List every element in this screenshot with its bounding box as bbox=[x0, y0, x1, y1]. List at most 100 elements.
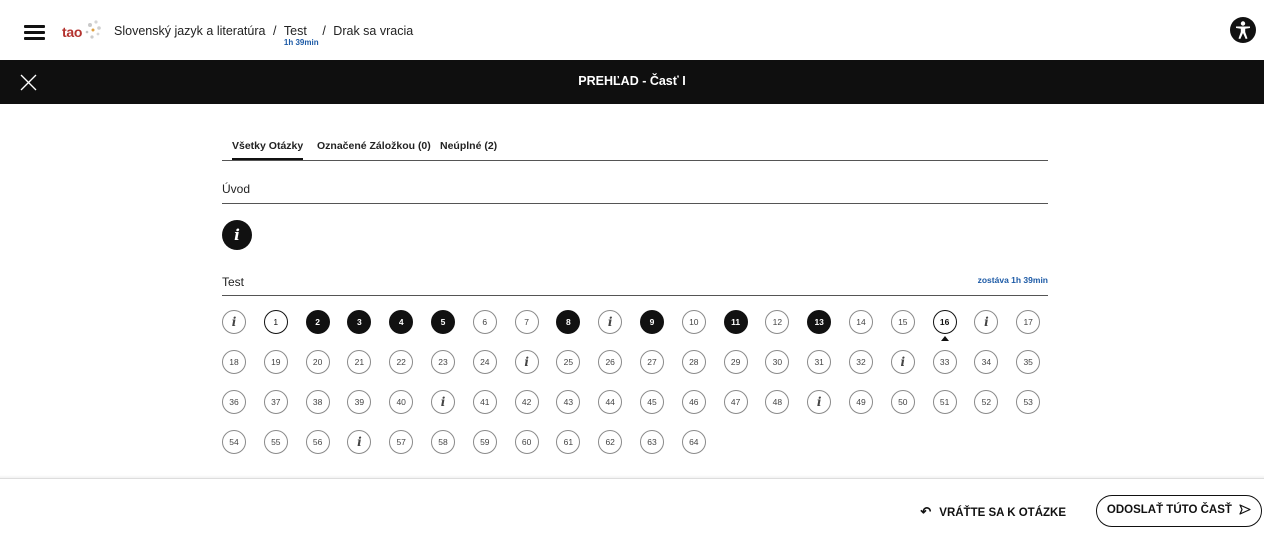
intro-info-button[interactable]: i bbox=[222, 220, 252, 250]
breadcrumb: Slovenský jazyk a literatúra / Test 1h 3… bbox=[114, 24, 414, 47]
logo-swirl-icon bbox=[85, 20, 101, 39]
breadcrumb-separator: / bbox=[272, 24, 277, 38]
logo: tao bbox=[62, 24, 83, 40]
info-question-bubble[interactable]: i bbox=[514, 350, 539, 374]
overview-title: PREHĽAD - Časť I bbox=[578, 74, 686, 88]
section-title-test: Test bbox=[222, 275, 245, 289]
question-bubble[interactable]: 2 bbox=[305, 310, 330, 334]
timer-label: 1h 39min bbox=[283, 38, 319, 47]
question-bubble[interactable]: 6 bbox=[472, 310, 497, 334]
question-bubble[interactable]: 19 bbox=[263, 350, 288, 374]
question-bubble[interactable]: 63 bbox=[640, 430, 664, 454]
question-bubble[interactable]: 14 bbox=[849, 310, 873, 334]
question-bubble[interactable]: 61 bbox=[556, 430, 581, 454]
breadcrumb-test-label: Test bbox=[283, 24, 307, 38]
question-bubble[interactable]: 32 bbox=[849, 350, 873, 374]
info-question-bubble[interactable]: i bbox=[222, 310, 246, 334]
question-bubble[interactable]: 56 bbox=[305, 430, 330, 454]
question-bubble[interactable]: 33 bbox=[932, 350, 957, 374]
question-bubble[interactable]: 44 bbox=[598, 390, 623, 414]
question-bubble[interactable]: 3 bbox=[347, 310, 372, 334]
question-bubble[interactable]: 37 bbox=[263, 390, 288, 414]
question-bubble[interactable]: 62 bbox=[598, 430, 623, 454]
question-bubble[interactable]: 5 bbox=[431, 310, 455, 334]
tab-incomplete[interactable]: Neúplné (2) bbox=[440, 140, 497, 160]
top-header: tao Slovenský jazyk a literatúra / Test … bbox=[0, 0, 1264, 60]
question-bubble[interactable]: 35 bbox=[1016, 350, 1041, 374]
breadcrumb-section: Drak sa vracia bbox=[333, 24, 414, 38]
question-bubble[interactable]: 26 bbox=[598, 350, 623, 374]
question-bubble[interactable]: 7 bbox=[514, 310, 539, 334]
tab-bookmarked[interactable]: Označené Záložkou (0) bbox=[317, 140, 431, 160]
section-title-intro: Úvod bbox=[222, 182, 251, 196]
send-icon bbox=[1239, 504, 1251, 516]
question-bubble[interactable]: 43 bbox=[556, 390, 581, 414]
question-bubble[interactable]: 29 bbox=[723, 350, 748, 374]
question-bubble[interactable]: 47 bbox=[723, 390, 748, 414]
question-bubble[interactable]: 50 bbox=[890, 390, 915, 414]
question-bubble[interactable]: 57 bbox=[389, 430, 414, 454]
back-arrow-icon: ↶ bbox=[920, 504, 932, 519]
question-bubble[interactable]: 49 bbox=[849, 390, 873, 414]
info-question-bubble[interactable]: i bbox=[807, 390, 832, 414]
question-bubble[interactable]: 45 bbox=[640, 390, 664, 414]
question-bubble[interactable]: 30 bbox=[765, 350, 790, 374]
question-bubble[interactable]: 36 bbox=[222, 390, 246, 414]
submit-section-label: ODOSLAŤ TÚTO ČASŤ bbox=[1106, 504, 1232, 516]
divider bbox=[222, 295, 1048, 296]
question-bubble[interactable]: 59 bbox=[472, 430, 497, 454]
breadcrumb-separator: / bbox=[322, 24, 326, 38]
question-bubble[interactable]: 64 bbox=[681, 430, 706, 454]
question-bubble[interactable]: 9 bbox=[640, 310, 664, 334]
question-bubble[interactable]: 48 bbox=[765, 390, 790, 414]
question-bubble[interactable]: 17 bbox=[1016, 310, 1041, 334]
question-bubble[interactable]: 40 bbox=[389, 390, 414, 414]
question-bubble[interactable]: 46 bbox=[681, 390, 706, 414]
info-question-bubble[interactable]: i bbox=[890, 350, 915, 374]
question-bubble[interactable]: 21 bbox=[347, 350, 372, 374]
question-bubble[interactable]: 8 bbox=[556, 310, 581, 334]
question-bubble[interactable]: 53 bbox=[1016, 390, 1041, 414]
current-question-pointer bbox=[940, 336, 949, 341]
question-bubble[interactable]: 31 bbox=[807, 350, 832, 374]
breadcrumb-test[interactable]: Test 1h 39min bbox=[283, 24, 319, 47]
question-bubble[interactable]: 12 bbox=[765, 310, 790, 334]
question-bubble[interactable]: 13 bbox=[807, 310, 832, 334]
question-bubble[interactable]: 24 bbox=[472, 350, 497, 374]
question-bubble[interactable]: 54 bbox=[222, 430, 246, 454]
question-bubble[interactable]: 27 bbox=[640, 350, 664, 374]
question-bubble[interactable]: 34 bbox=[974, 350, 999, 374]
hamburger-icon[interactable] bbox=[24, 25, 45, 41]
back-to-question-button[interactable]: ↶ VRÁŤTE SA K OTÁZKE bbox=[920, 504, 1066, 520]
question-bubble[interactable]: 18 bbox=[222, 350, 246, 374]
breadcrumb-subject[interactable]: Slovenský jazyk a literatúra bbox=[114, 24, 265, 38]
accessibility-icon[interactable] bbox=[1230, 17, 1256, 43]
question-bubble[interactable]: 60 bbox=[514, 430, 539, 454]
info-question-bubble[interactable]: i bbox=[974, 310, 999, 334]
submit-section-button[interactable]: ODOSLAŤ TÚTO ČASŤ bbox=[1096, 495, 1262, 527]
question-bubble[interactable]: 52 bbox=[974, 390, 999, 414]
question-bubble[interactable]: 23 bbox=[431, 350, 455, 374]
question-bubble[interactable]: 16 bbox=[932, 310, 957, 334]
question-bubble[interactable]: 39 bbox=[347, 390, 372, 414]
tab-all-questions[interactable]: Všetky Otázky bbox=[232, 140, 304, 160]
info-question-bubble[interactable]: i bbox=[347, 430, 372, 454]
info-question-bubble[interactable]: i bbox=[431, 390, 455, 414]
question-bubble[interactable]: 58 bbox=[431, 430, 455, 454]
question-bubble[interactable]: 42 bbox=[514, 390, 539, 414]
question-bubble[interactable]: 4 bbox=[389, 310, 414, 334]
footer-bar: ↶ VRÁŤTE SA K OTÁZKE ODOSLAŤ TÚTO ČASŤ bbox=[0, 478, 1264, 555]
question-bubble[interactable]: 11 bbox=[723, 310, 748, 334]
question-bubble[interactable]: 25 bbox=[556, 350, 581, 374]
question-bubble[interactable]: 41 bbox=[472, 390, 497, 414]
question-bubble[interactable]: 55 bbox=[263, 430, 288, 454]
question-bubble[interactable]: 28 bbox=[681, 350, 706, 374]
question-bubble[interactable]: 15 bbox=[890, 310, 915, 334]
question-bubble[interactable]: 20 bbox=[305, 350, 330, 374]
question-bubble[interactable]: 1 bbox=[263, 310, 288, 334]
question-bubble[interactable]: 22 bbox=[389, 350, 414, 374]
question-bubble[interactable]: 10 bbox=[681, 310, 706, 334]
question-bubble[interactable]: 38 bbox=[305, 390, 330, 414]
question-bubble[interactable]: 51 bbox=[932, 390, 957, 414]
info-question-bubble[interactable]: i bbox=[598, 310, 623, 334]
